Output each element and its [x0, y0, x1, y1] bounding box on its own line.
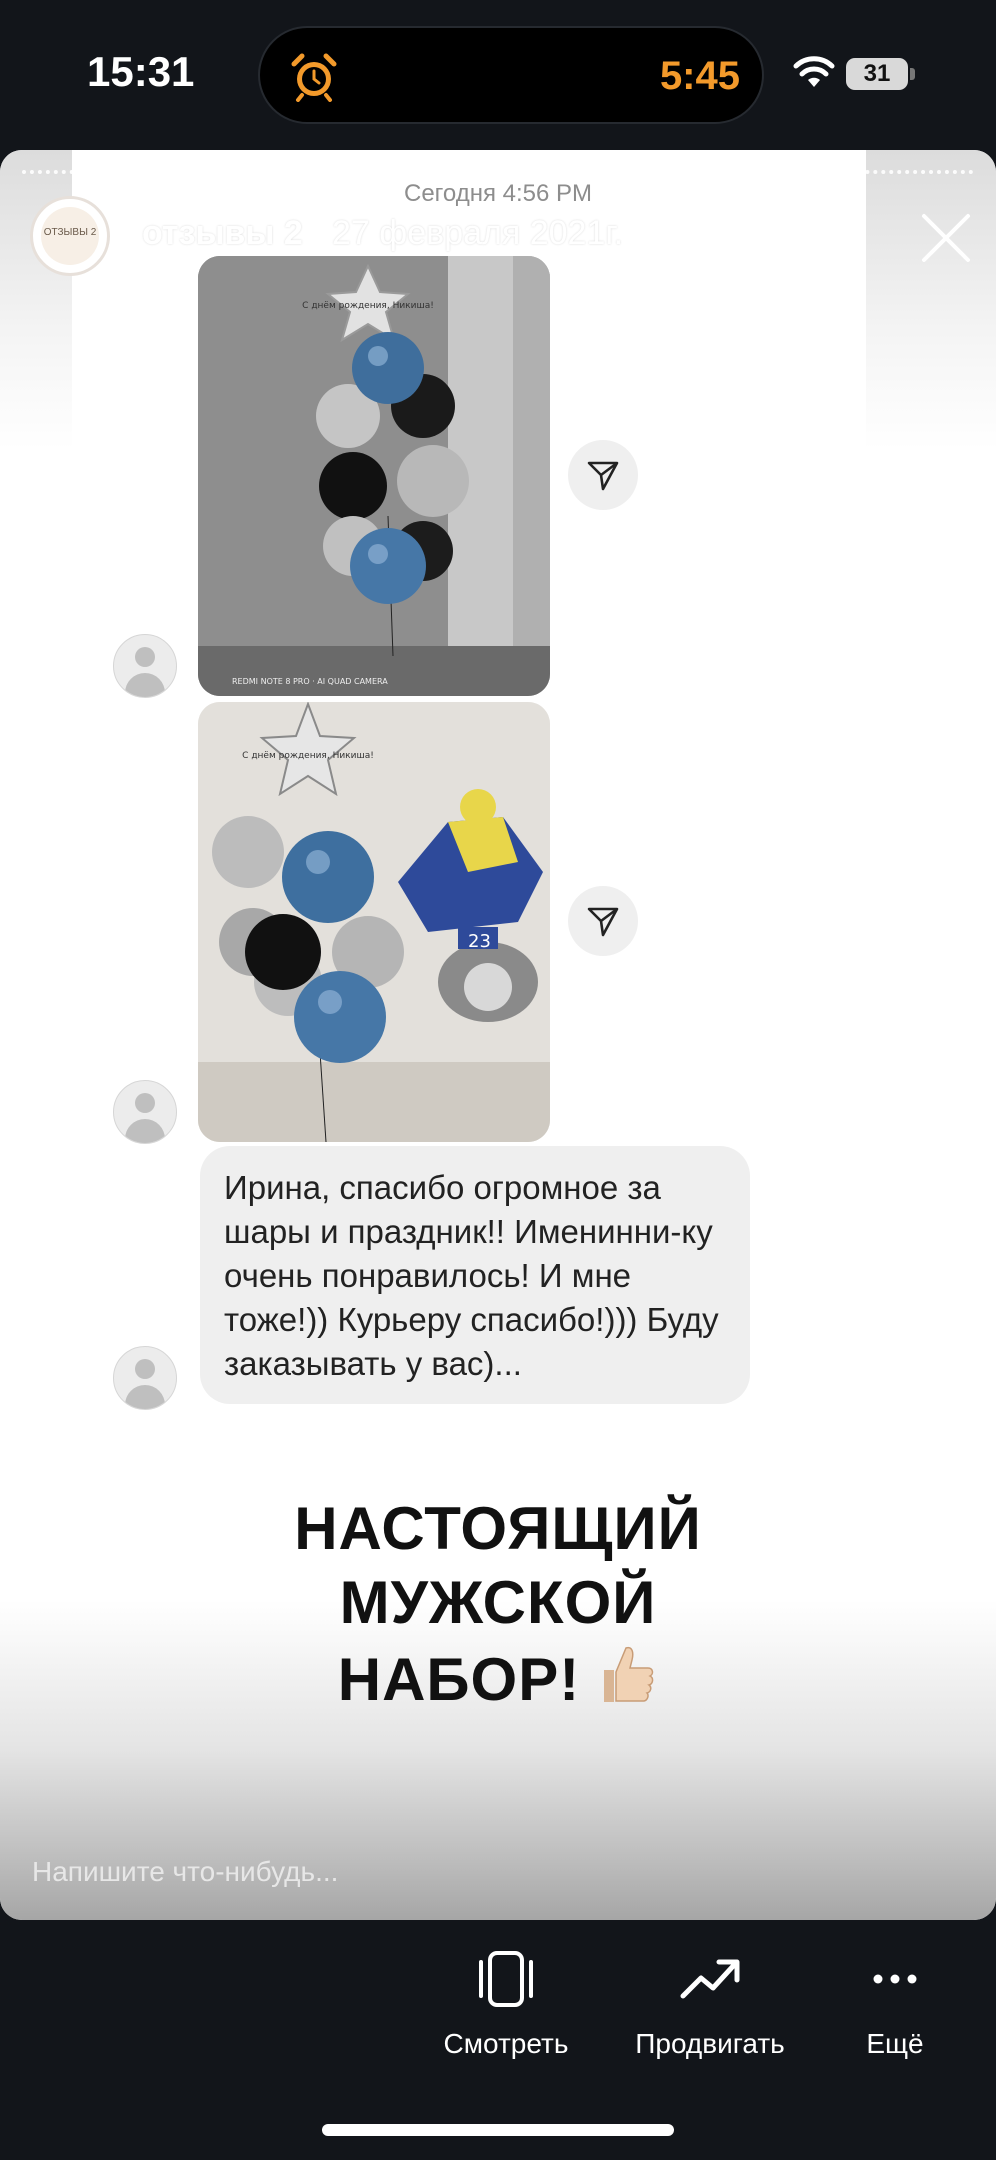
- story-progress-bar: [22, 170, 974, 174]
- close-icon[interactable]: [918, 210, 974, 266]
- bike-number: 23: [468, 931, 491, 952]
- home-indicator[interactable]: [322, 2124, 674, 2136]
- share-button-2[interactable]: [568, 886, 638, 956]
- thumbs-up-icon: [604, 1646, 654, 1702]
- alarm-icon: [291, 53, 337, 102]
- photo-message-1[interactable]: С днём рождения, Никиша! REDMI NOTE 8 PR…: [198, 256, 550, 696]
- send-icon: [587, 461, 619, 491]
- wifi-icon: [793, 56, 835, 87]
- story-viewer[interactable]: Сегодня 4:56 PM ОТЗЫВЫ 2 отзывы 2 27 фев…: [0, 150, 996, 1920]
- photo-caption: REDMI NOTE 8 PRO · AI QUAD CAMERA: [232, 677, 388, 686]
- dynamic-island[interactable]: 5:45: [258, 26, 764, 124]
- story-username[interactable]: отзывы 2: [142, 214, 303, 253]
- status-time: 15:31: [87, 48, 195, 95]
- story-headline: НАСТОЯЩИЙ МУЖСКОЙ НАБОР!: [0, 1492, 996, 1717]
- story-date: 27 февраля 2021г.: [332, 214, 624, 252]
- headline-line-1: НАСТОЯЩИЙ: [294, 1495, 702, 1562]
- share-button-1[interactable]: [568, 440, 638, 510]
- more-button[interactable]: Ещё: [840, 1950, 950, 2060]
- message-bubble: Ирина, спасибо огромное за шары и праздн…: [200, 1146, 750, 1404]
- trending-up-icon: [680, 1959, 740, 1999]
- photo-message-2[interactable]: С днём рождения, Никиша! 23: [198, 702, 550, 1142]
- reply-input[interactable]: Напишите что-нибудь...: [32, 1856, 338, 1888]
- avatar-placeholder-icon: [113, 1346, 177, 1410]
- view-button[interactable]: Смотреть: [436, 1950, 576, 2060]
- phone-view-icon: [479, 1951, 533, 2007]
- message-timestamp: Сегодня 4:56 PM: [403, 180, 593, 207]
- view-label: Смотреть: [443, 2028, 569, 2059]
- promote-button[interactable]: Продвигать: [620, 1950, 800, 2060]
- timer-readout: 5:45: [659, 54, 740, 98]
- more-label: Ещё: [866, 2028, 924, 2059]
- message-text: Ирина, спасибо огромное за шары и праздн…: [224, 1169, 719, 1382]
- avatar-placeholder-icon: [113, 1080, 177, 1144]
- battery-level: 31: [863, 60, 891, 87]
- headline-line-2: МУЖСКОЙ: [339, 1569, 657, 1636]
- more-icon: [873, 1974, 917, 1984]
- headline-line-3: НАБОР!: [337, 1646, 581, 1713]
- avatar-text: ОТЗЫВЫ 2: [43, 227, 97, 238]
- battery-cap: [910, 68, 915, 80]
- status-bar: 15:31 5:45 31: [0, 0, 996, 150]
- story-author-avatar[interactable]: ОТЗЫВЫ 2: [30, 196, 110, 276]
- balloon-lettering: С днём рождения, Никиша!: [302, 301, 434, 311]
- battery-indicator: 31: [846, 58, 908, 90]
- avatar-placeholder-icon: [113, 634, 177, 698]
- send-icon: [587, 907, 619, 937]
- promote-label: Продвигать: [635, 2028, 785, 2059]
- balloon-lettering-2: С днём рождения, Никиша!: [242, 751, 374, 761]
